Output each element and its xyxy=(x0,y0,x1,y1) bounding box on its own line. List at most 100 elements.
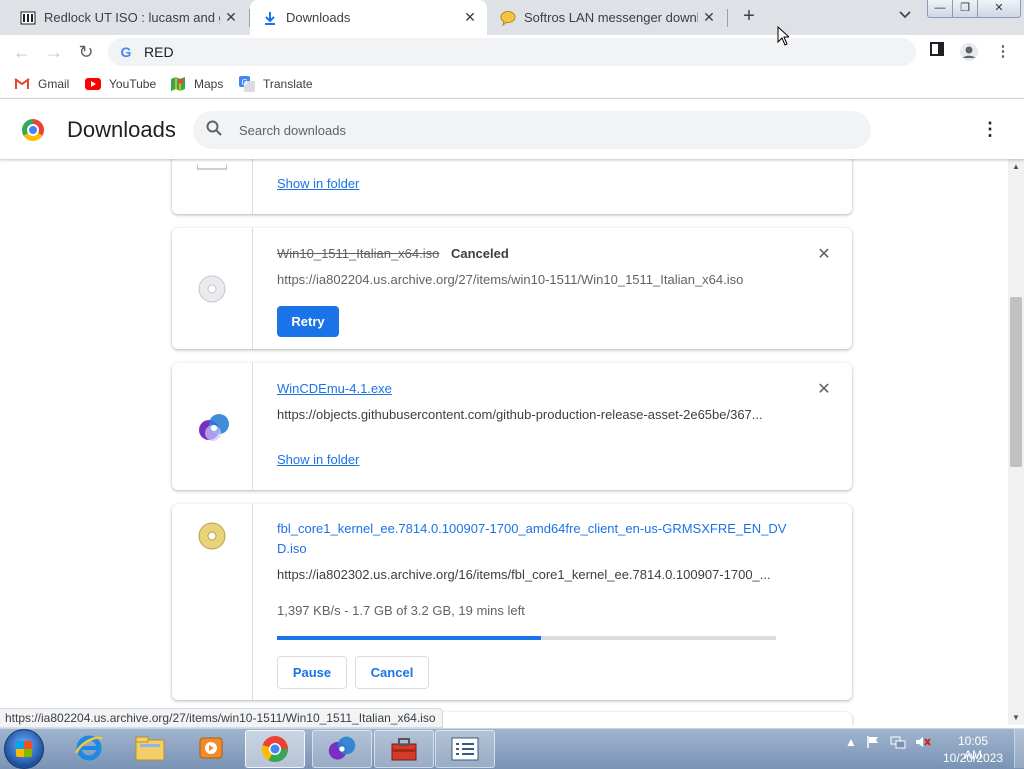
status-url-bubble: https://ia802204.us.archive.org/27/items… xyxy=(0,708,443,728)
page-title: Downloads xyxy=(67,117,176,142)
file-url: https://ia802204.us.archive.org/27/items… xyxy=(277,272,744,287)
action-center-flag-icon[interactable] xyxy=(866,735,880,752)
tab-title: Redlock UT ISO : lucasm and gus xyxy=(44,10,220,25)
bookmark-label: YouTube xyxy=(109,76,157,91)
google-icon: G xyxy=(120,44,132,60)
file-name-line2[interactable]: D.iso xyxy=(277,541,307,556)
download-item: fbl_core1_kernel_ee.7814.0.100907-1700_a… xyxy=(172,504,852,700)
card-divider xyxy=(252,159,253,214)
close-icon[interactable]: ✕ xyxy=(816,382,832,398)
show-in-folder-link[interactable]: Show in folder xyxy=(277,452,359,467)
task-list-icon[interactable] xyxy=(435,730,495,768)
tab-title: Softros LAN messenger downloa xyxy=(524,10,698,25)
close-window-button[interactable]: ✕ xyxy=(977,0,1021,18)
chrome-logo-icon xyxy=(22,119,44,141)
scroll-down-arrow[interactable]: ▼ xyxy=(1008,712,1024,724)
progress-track xyxy=(277,636,776,640)
tab-redlock[interactable]: Redlock UT ISO : lucasm and gus ✕ xyxy=(8,0,248,35)
ie-icon[interactable] xyxy=(60,730,118,766)
reload-icon[interactable]: ↻ xyxy=(74,40,98,64)
clock-date[interactable]: 10/20/2023 xyxy=(942,751,1004,765)
bookmark-youtube[interactable]: YouTube xyxy=(85,69,156,98)
translate-icon: G xyxy=(239,75,255,92)
card-divider xyxy=(252,504,253,700)
download-item: Win10_1511_Italian_x64.iso Canceled http… xyxy=(172,228,852,349)
start-button[interactable] xyxy=(4,729,44,769)
card-divider xyxy=(252,363,253,490)
bookmark-translate[interactable]: G Translate xyxy=(239,69,313,98)
windows-logo-icon xyxy=(16,741,32,757)
tab-downloads[interactable]: Downloads ✕ xyxy=(250,0,487,35)
search-downloads[interactable] xyxy=(193,111,871,149)
wincdemu-taskbar-icon[interactable] xyxy=(312,730,372,768)
archive-icon xyxy=(20,10,36,26)
file-name: Win10_1511_Italian_x64.iso xyxy=(277,246,440,261)
wincdemu-icon xyxy=(197,411,229,441)
progress-fill xyxy=(277,636,542,640)
toolbox-icon[interactable] xyxy=(374,730,434,768)
status-text: Canceled xyxy=(451,246,509,261)
restore-button[interactable]: ❐ xyxy=(952,0,978,18)
close-tab-icon[interactable]: ✕ xyxy=(459,9,481,26)
file-url: https://ia802302.us.archive.org/16/items… xyxy=(277,567,771,582)
close-tab-icon[interactable]: ✕ xyxy=(220,9,242,26)
show-hidden-icons[interactable]: ▲ xyxy=(845,735,857,749)
gmail-icon xyxy=(14,76,30,92)
show-desktop-button[interactable] xyxy=(1014,729,1024,768)
bookmark-maps[interactable]: Maps xyxy=(170,69,223,98)
minimize-button[interactable]: — xyxy=(927,0,953,18)
close-icon[interactable]: ✕ xyxy=(816,247,832,263)
network-icon[interactable] xyxy=(890,735,906,752)
toolbar: ← → ↻ G RED ⋮ xyxy=(0,35,1024,69)
retry-button[interactable]: Retry xyxy=(277,306,339,337)
download-icon xyxy=(262,10,278,26)
address-text[interactable]: RED xyxy=(144,44,174,60)
chrome-taskbar-icon[interactable] xyxy=(245,730,305,768)
file-name-line1[interactable]: fbl_core1_kernel_ee.7814.0.100907-1700_a… xyxy=(277,521,786,536)
disc-icon xyxy=(197,521,227,551)
downloads-list: Show in folder Win10_1511_Italian_x64.is… xyxy=(0,159,1008,725)
bookmark-label: Translate xyxy=(263,76,313,91)
disc-icon xyxy=(197,274,227,304)
search-input[interactable] xyxy=(237,121,841,139)
address-bar[interactable]: G RED xyxy=(108,38,916,66)
mouse-cursor-icon xyxy=(777,25,791,46)
pause-button[interactable]: Pause xyxy=(277,656,347,689)
progress-text: 1,397 KB/s - 1.7 GB of 3.2 GB, 19 mins l… xyxy=(277,603,525,618)
chevron-down-icon[interactable] xyxy=(895,8,915,28)
downloads-header: Downloads ⋮ xyxy=(0,99,1024,159)
svg-text:G: G xyxy=(242,78,248,87)
show-in-folder-link[interactable]: Show in folder xyxy=(277,176,359,191)
tab-softros[interactable]: Softros LAN messenger downloa ✕ xyxy=(488,0,726,35)
bookmark-label: Gmail xyxy=(38,76,70,91)
bookmark-label: Maps xyxy=(194,76,224,91)
youtube-icon xyxy=(85,76,101,92)
tab-divider xyxy=(727,9,728,27)
back-arrow-icon[interactable]: ← xyxy=(10,40,34,64)
bookmarks-bar: Gmail YouTube Maps G Translate xyxy=(0,69,1024,99)
search-icon xyxy=(205,120,223,140)
tab-title: Downloads xyxy=(286,10,351,25)
bookmark-gmail[interactable]: Gmail xyxy=(14,69,69,98)
side-panel-icon[interactable] xyxy=(927,42,947,62)
kebab-menu-icon[interactable]: ⋮ xyxy=(993,42,1013,62)
scroll-up-arrow[interactable]: ▲ xyxy=(1008,161,1024,173)
new-tab-button[interactable]: + xyxy=(737,5,761,29)
file-icon xyxy=(196,159,228,187)
file-name-link[interactable]: WinCDEmu-4.1.exe xyxy=(277,381,392,396)
chat-bubble-icon xyxy=(500,10,516,26)
download-item: WinCDEmu-4.1.exe https://objects.githubu… xyxy=(172,363,852,490)
profile-icon[interactable] xyxy=(959,42,979,62)
volume-muted-icon[interactable] xyxy=(915,735,931,752)
close-tab-icon[interactable]: ✕ xyxy=(698,9,720,26)
download-item: Show in folder xyxy=(172,159,852,214)
maps-icon xyxy=(170,76,186,92)
card-divider xyxy=(252,228,253,349)
forward-arrow-icon[interactable]: → xyxy=(42,40,66,64)
kebab-menu-icon[interactable]: ⋮ xyxy=(980,119,1000,139)
media-player-icon[interactable] xyxy=(182,730,240,766)
scrollbar-thumb[interactable] xyxy=(1010,297,1022,467)
file-url: https://objects.githubusercontent.com/gi… xyxy=(277,407,763,422)
cancel-button[interactable]: Cancel xyxy=(355,656,429,689)
file-explorer-icon[interactable] xyxy=(121,730,179,766)
